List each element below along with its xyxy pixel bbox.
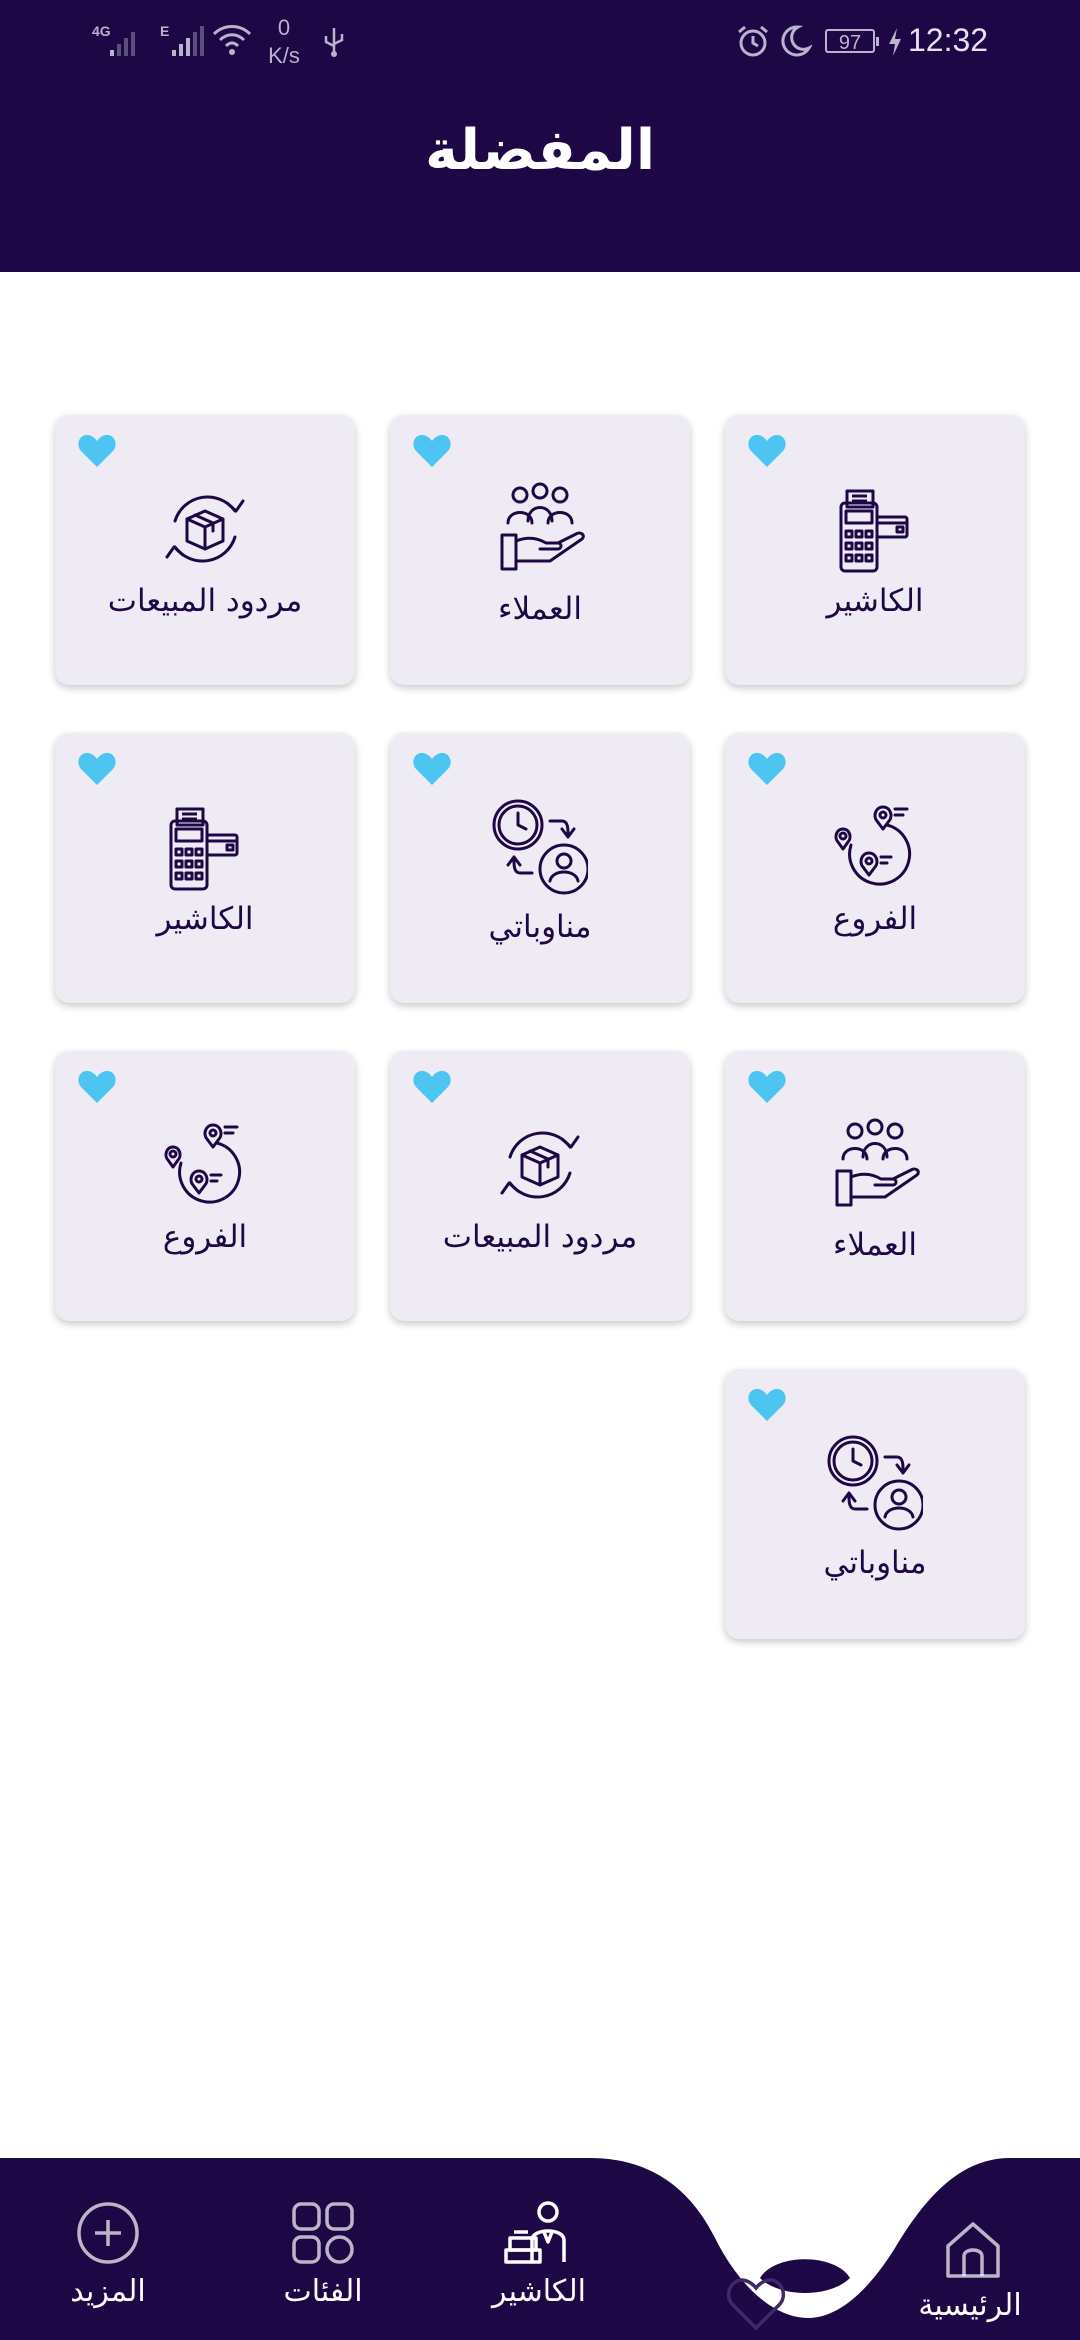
favorites-heart-icon[interactable] [725,2276,787,2332]
network-type-1: 4G [92,23,111,39]
bottom-nav: المزيد الفئات الكاشير الرئيسية [0,2158,1080,2340]
favorite-label: العملاء [497,591,582,627]
heart-icon[interactable] [412,1069,452,1105]
cashier-register-icon [827,481,923,577]
customers-hand-icon [492,481,588,577]
favorite-card-shifts[interactable]: مناوباتي [725,1369,1025,1639]
cashier-person-icon [504,2201,566,2264]
nav-more[interactable]: المزيد [28,2198,188,2309]
battery-indicator: 97 [825,29,879,54]
charging-icon [888,28,902,61]
heart-icon[interactable] [747,433,787,469]
heart-icon[interactable] [77,1069,117,1105]
shifts-clock-user-icon [492,799,588,895]
heart-icon[interactable] [747,1387,787,1423]
heart-icon[interactable] [77,751,117,787]
favorite-card-sales-return[interactable]: مردود المبيعات [390,1051,690,1321]
favorite-label: الكاشير [156,901,254,937]
network-speed: 0 K/s [264,14,304,70]
heart-icon[interactable] [77,433,117,469]
heart-icon[interactable] [412,433,452,469]
favorite-card-customers[interactable]: العملاء [390,415,690,685]
nav-cashier[interactable]: الكاشير [459,2198,619,2309]
favorite-card-cashier[interactable]: الكاشير [725,415,1025,685]
favorite-card-sales-return[interactable]: مردود المبيعات [55,415,355,685]
favorite-card-customers[interactable]: العملاء [725,1051,1025,1321]
plus-circle-icon [77,2202,139,2264]
favorite-card-branches[interactable]: الفروع [55,1051,355,1321]
network-speed-value: 0 [277,15,291,40]
network-type-2: E [160,23,169,39]
nav-home[interactable] [942,2218,1004,2280]
status-time: 12:32 [908,22,989,58]
usb-icon [322,24,346,63]
favorite-card-branches[interactable]: الفروع [725,733,1025,1003]
grid-icon [292,2202,354,2264]
favorite-label: مناوباتي [823,1545,927,1581]
branches-location-icon [827,799,923,895]
signal-icon-2: E [160,22,212,63]
customers-hand-icon [827,1117,923,1213]
nav-more-label: المزيد [70,2274,146,2309]
favorite-label: الفروع [832,901,918,937]
home-icon [946,2222,1000,2278]
sales-return-box-icon [157,481,253,577]
alarm-icon [736,24,770,63]
page-title: المفضلة [424,118,656,183]
nav-categories[interactable]: الفئات [243,2198,403,2309]
nav-home-label[interactable]: الرئيسية [900,2288,1040,2323]
favorite-label: العملاء [832,1227,917,1263]
nav-cashier-label: الكاشير [492,2274,586,2309]
sales-return-box-icon [492,1117,588,1213]
favorite-label: مناوباتي [488,909,592,945]
favorite-label: مردود المبيعات [442,1219,638,1255]
favorite-label: الكاشير [826,583,924,619]
branches-location-icon [157,1117,253,1213]
favorite-label: مردود المبيعات [107,583,303,619]
shifts-clock-user-icon [827,1435,923,1531]
app-header: 4G E 0 K/s 97 12:32 المفضلة [0,0,1080,272]
heart-icon[interactable] [747,1069,787,1105]
favorite-card-cashier[interactable]: الكاشير [55,733,355,1003]
status-bar: 4G E 0 K/s 97 12:32 [0,0,1080,88]
favorite-card-shifts[interactable]: مناوباتي [390,733,690,1003]
moon-icon [778,24,813,63]
signal-icon: 4G [92,22,144,63]
wifi-icon [212,24,252,63]
favorite-label: الفروع [162,1219,248,1255]
heart-icon[interactable] [747,751,787,787]
heart-icon[interactable] [412,751,452,787]
network-speed-unit: K/s [268,43,300,68]
nav-categories-label: الفئات [283,2274,363,2309]
cashier-register-icon [157,799,253,895]
